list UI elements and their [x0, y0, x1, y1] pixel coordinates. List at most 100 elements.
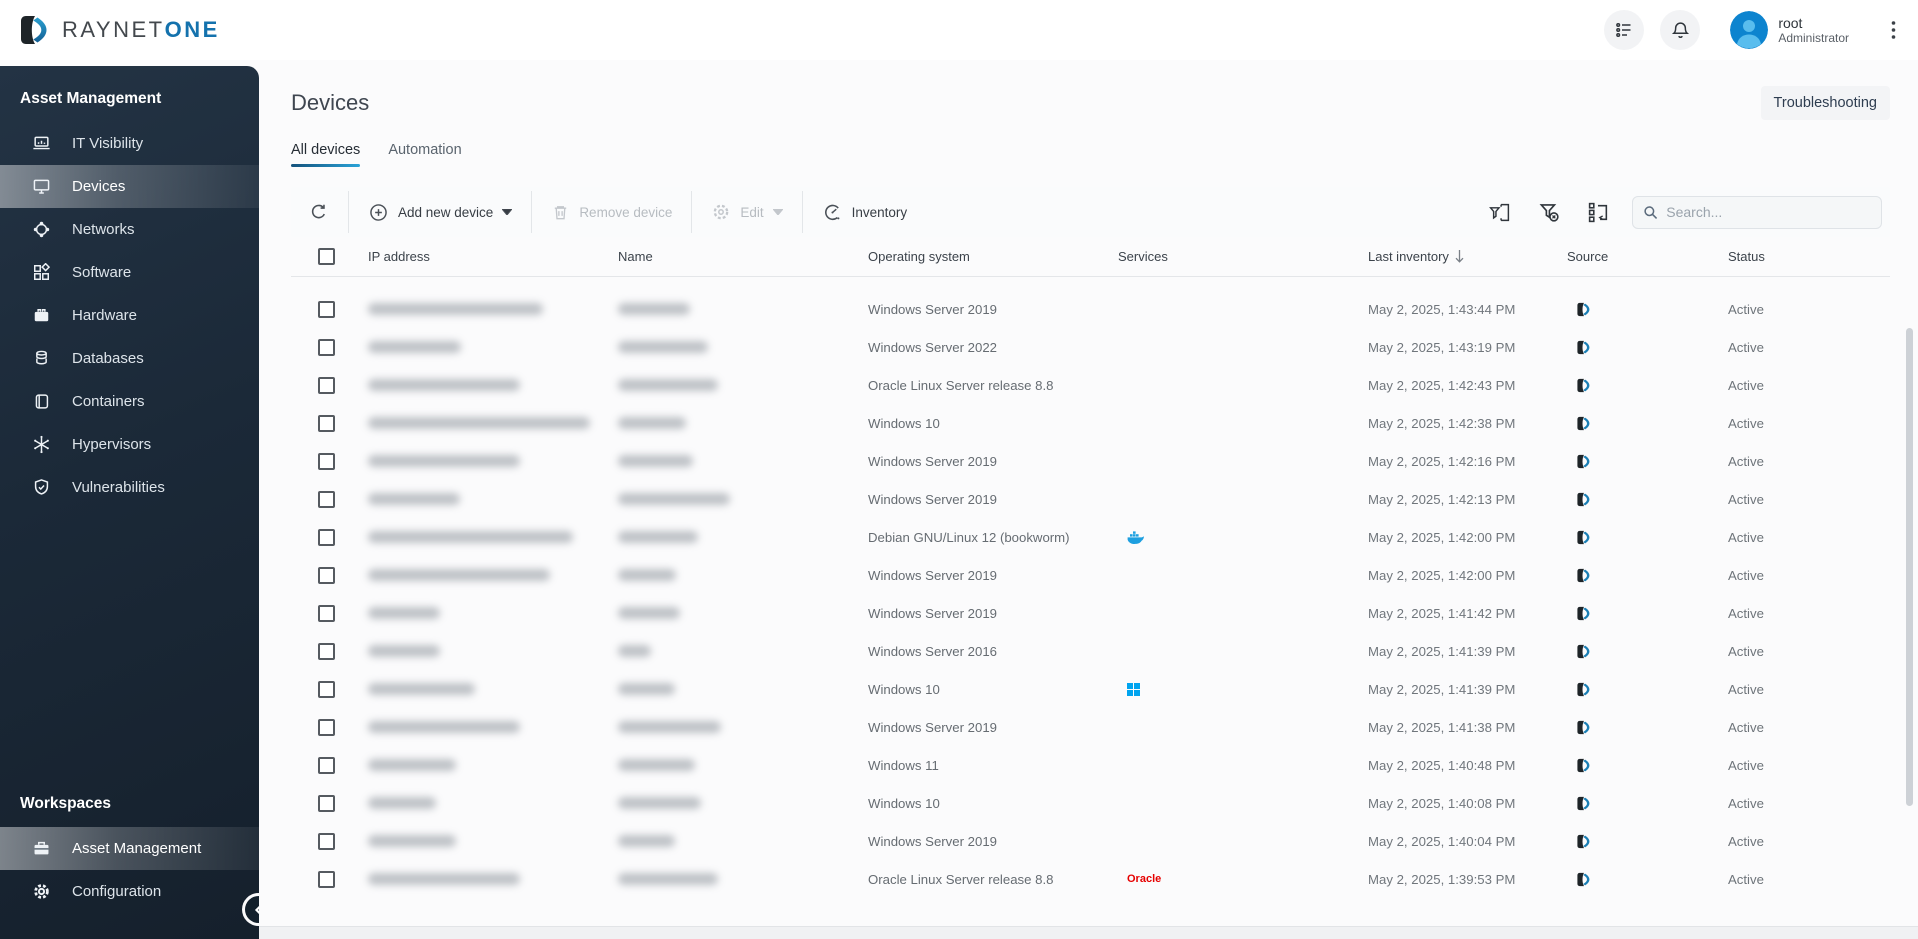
services-cell: Oracle [1118, 873, 1368, 885]
clear-filter-button[interactable] [1537, 200, 1561, 224]
sidebar-item-hypervisors[interactable]: Hypervisors [0, 423, 259, 466]
services-cell [1118, 530, 1368, 544]
row-checkbox[interactable] [318, 718, 335, 736]
status-cell: Active [1728, 415, 1764, 431]
remove-device-button[interactable]: Remove device [551, 203, 672, 222]
user-role: Administrator [1778, 30, 1849, 45]
user-menu[interactable]: root Administrator [1730, 11, 1849, 49]
table-row[interactable]: Windows 10 May 2, 2025, 1:42:38 PM Activ… [291, 404, 1890, 442]
row-checkbox[interactable] [318, 756, 335, 774]
table-row[interactable]: Windows Server 2016 May 2, 2025, 1:41:39… [291, 632, 1890, 670]
table-row[interactable]: Windows Server 2019 May 2, 2025, 1:42:00… [291, 556, 1890, 594]
refresh-button[interactable] [308, 202, 329, 223]
status-cell: Active [1728, 301, 1764, 317]
raynet-source-icon [1577, 834, 1590, 848]
row-checkbox[interactable] [318, 870, 335, 888]
last-inventory-cell: May 2, 2025, 1:43:19 PM [1368, 339, 1516, 355]
search-input[interactable] [1666, 204, 1871, 220]
raynet-source-icon [1577, 682, 1590, 696]
raynet-source-icon [1577, 340, 1590, 354]
sidebar-item-vulnerabilities[interactable]: Vulnerabilities [0, 466, 259, 509]
column-header-ip-address[interactable]: IP address [368, 249, 618, 264]
column-chooser-button[interactable] [1587, 201, 1610, 224]
table-header-row: IP address Name Operating system Service… [291, 237, 1890, 277]
row-checkbox[interactable] [318, 832, 335, 850]
column-header-name[interactable]: Name [618, 249, 868, 264]
sort-desc-icon [1455, 250, 1464, 263]
row-checkbox[interactable] [318, 414, 335, 432]
troubleshooting-button[interactable]: Troubleshooting [1760, 86, 1890, 120]
sidebar-item-it-visibility[interactable]: IT Visibility [0, 122, 259, 165]
table-row[interactable]: Windows Server 2019 May 2, 2025, 1:41:38… [291, 708, 1890, 746]
operating-system-cell: Windows 11 [868, 757, 939, 773]
table-row[interactable]: Windows 10 May 2, 2025, 1:41:39 PM Activ… [291, 670, 1890, 708]
row-checkbox[interactable] [318, 680, 335, 698]
row-checkbox[interactable] [318, 528, 335, 546]
redacted-ip-address [368, 759, 456, 771]
operating-system-cell: Windows 10 [868, 795, 940, 811]
horizontal-scrollbar-track[interactable] [259, 926, 1918, 939]
brand-wordmark: RAYNETONE [62, 17, 220, 42]
add-new-device-button[interactable]: Add new device [368, 202, 513, 223]
row-checkbox[interactable] [318, 376, 335, 394]
notifications-button[interactable] [1660, 10, 1701, 50]
select-all-checkbox[interactable] [318, 248, 335, 265]
table-body: Windows Server 2019 May 2, 2025, 1:43:44… [291, 277, 1890, 900]
table-row[interactable]: Windows Server 2019 May 2, 2025, 1:40:04… [291, 822, 1890, 860]
row-checkbox[interactable] [318, 490, 335, 508]
row-checkbox[interactable] [318, 452, 335, 470]
last-inventory-cell: May 2, 2025, 1:40:04 PM [1368, 833, 1516, 849]
redacted-name [618, 569, 676, 581]
sidebar-item-asset-management[interactable]: Asset Management [0, 827, 259, 870]
export-filtered-button[interactable] [1488, 201, 1511, 224]
toolbar-separator [691, 191, 693, 233]
column-header-operating-system[interactable]: Operating system [868, 249, 1118, 264]
row-checkbox[interactable] [318, 300, 335, 318]
networks-icon [31, 220, 51, 240]
row-checkbox[interactable] [318, 338, 335, 356]
sidebar-item-software[interactable]: Software [0, 251, 259, 294]
raynet-source-icon [1577, 454, 1590, 468]
table-row[interactable]: Windows Server 2022 May 2, 2025, 1:43:19… [291, 328, 1890, 366]
sidebar-item-devices[interactable]: Devices [0, 165, 259, 208]
edit-button[interactable]: Edit [711, 202, 783, 222]
source-raynet-icon [1567, 415, 1718, 432]
row-checkbox[interactable] [318, 794, 335, 812]
inventory-button[interactable]: Inventory [822, 202, 907, 223]
search-box [1632, 195, 1882, 229]
sidebar-item-networks[interactable]: Networks [0, 208, 259, 251]
table-row[interactable]: Oracle Linux Server release 8.8 Oracle M… [291, 860, 1890, 898]
task-list-button[interactable] [1604, 10, 1645, 50]
sidebar-item-databases[interactable]: Databases [0, 337, 259, 380]
sidebar-item-hardware[interactable]: Hardware [0, 294, 259, 337]
source-raynet-icon [1567, 491, 1718, 508]
row-checkbox[interactable] [318, 566, 335, 584]
column-header-last-inventory[interactable]: Last inventory [1368, 249, 1567, 264]
tab-all-devices[interactable]: All devices [291, 142, 361, 167]
status-cell: Active [1728, 643, 1764, 659]
operating-system-cell: Windows Server 2019 [868, 491, 998, 507]
sidebar-item-containers[interactable]: Containers [0, 380, 259, 423]
sidebar-item-configuration[interactable]: Configuration [0, 870, 259, 913]
last-inventory-cell: May 2, 2025, 1:41:39 PM [1368, 643, 1516, 659]
row-checkbox[interactable] [318, 642, 335, 660]
source-raynet-icon [1567, 453, 1718, 470]
table-row[interactable]: Windows Server 2019 May 2, 2025, 1:42:16… [291, 442, 1890, 480]
table-row[interactable]: Debian GNU/Linux 12 (bookworm) May 2, 20… [291, 518, 1890, 556]
raynet-source-icon [1577, 644, 1590, 658]
overflow-menu-button[interactable] [1891, 20, 1896, 40]
tab-automation[interactable]: Automation [388, 142, 461, 167]
column-header-status[interactable]: Status [1718, 249, 1890, 264]
redacted-ip-address [368, 835, 456, 847]
table-row[interactable]: Windows Server 2019 May 2, 2025, 1:41:42… [291, 594, 1890, 632]
table-row[interactable]: Oracle Linux Server release 8.8 May 2, 2… [291, 366, 1890, 404]
vertical-scrollbar[interactable] [1906, 328, 1913, 806]
table-row[interactable]: Windows Server 2019 May 2, 2025, 1:43:44… [291, 290, 1890, 328]
table-row[interactable]: Windows Server 2019 May 2, 2025, 1:42:13… [291, 480, 1890, 518]
row-checkbox[interactable] [318, 604, 335, 622]
table-row[interactable]: Windows 10 May 2, 2025, 1:40:08 PM Activ… [291, 784, 1890, 822]
column-header-source[interactable]: Source [1567, 249, 1718, 264]
toolbar-separator [801, 191, 803, 233]
column-header-services[interactable]: Services [1118, 249, 1368, 264]
table-row[interactable]: Windows 11 May 2, 2025, 1:40:48 PM Activ… [291, 746, 1890, 784]
